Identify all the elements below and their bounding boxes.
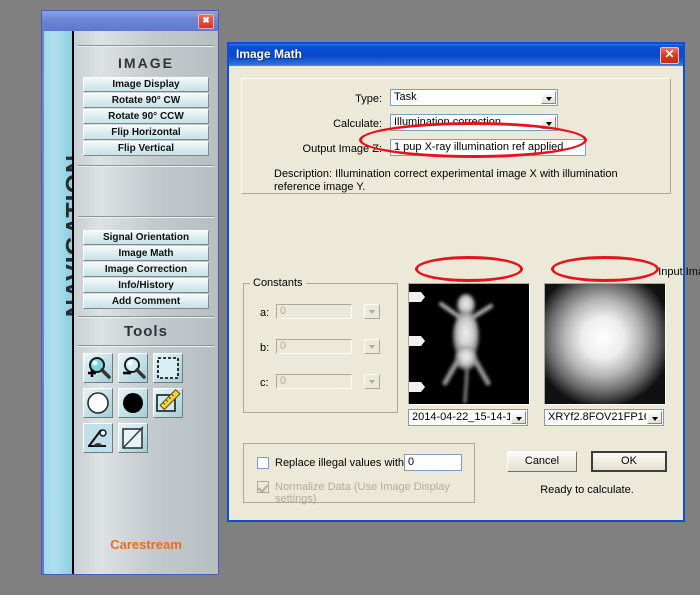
marquee-select-icon[interactable] [153,353,183,383]
replace-illegal-input[interactable]: 0 [404,454,462,471]
output-image-z-input[interactable]: 1 pup X-ray illumination ref applied [390,139,586,156]
button-flip-horizontal[interactable]: Flip Horizontal [83,125,209,140]
input-image-x-label: Input Image X: [634,266,700,278]
replace-illegal-checkbox[interactable] [257,457,269,469]
replace-illegal-label: Replace illegal values with: [275,457,407,469]
navigation-panel: IMAGE Image Display Rotate 90° CW Rotate… [74,31,218,574]
type-dropdown[interactable]: Task [390,89,558,106]
black-circle-roi-icon[interactable] [118,388,148,418]
ok-button[interactable]: OK [591,451,667,472]
constants-group: Constants a: 0 b: 0 c: 0 [243,283,398,413]
button-info-history[interactable]: Info/History [83,278,209,293]
dialog-titlebar: Image Math ✕ [229,44,683,66]
constant-a-input: 0 [276,304,352,319]
navigation-titlebar: ✖ [42,11,218,31]
navigation-sidebar-label: NAVIGATION [62,36,74,436]
normalize-data-checkbox [257,481,269,493]
divider [78,45,214,47]
settings-panel: Type: Task Calculate: Illumination corre… [241,78,671,194]
chevron-down-icon[interactable] [541,116,556,129]
constant-b-spinner [364,339,380,354]
button-rotate-90-ccw[interactable]: Rotate 90° CCW [83,109,209,124]
illumination-reference-preview [545,284,665,404]
tools-section-header: Tools [74,323,218,340]
brand-logo: Carestream [74,537,218,552]
button-image-correction[interactable]: Image Correction [83,262,209,277]
close-icon[interactable]: ✕ [660,47,679,64]
constant-b-input: 0 [276,339,352,354]
constant-c-spinner [364,374,380,389]
zoom-in-icon[interactable] [83,353,113,383]
input-image-x-value: 2014-04-22_15-14-1' [412,411,510,423]
image-math-dialog: Image Math ✕ Type: Task Calculate: Illum… [227,42,685,522]
zoom-out-icon[interactable] [118,353,148,383]
ruler-icon[interactable] [153,388,183,418]
input-image-y-dropdown[interactable]: XRYf2.8FOV21FP16. [544,409,664,426]
options-group: Replace illegal values with: 0 Normalize… [243,443,475,503]
status-text: Ready to calculate. [507,484,667,496]
button-add-comment[interactable]: Add Comment [83,294,209,309]
annotation-ellipse-input-x [415,256,523,282]
chevron-down-icon[interactable] [511,411,526,424]
white-circle-roi-icon[interactable] [83,388,113,418]
constant-c-label: c: [260,377,269,389]
image-section-header: IMAGE [74,55,218,71]
input-image-x-preview[interactable] [408,283,530,405]
divider [78,316,214,318]
xray-mouse-preview [409,284,529,404]
constant-a-label: a: [260,307,269,319]
calculate-dropdown[interactable]: Illumination correction [390,114,558,131]
line-measure-icon[interactable] [118,423,148,453]
navigation-sidebar-strip: NAVIGATION [44,31,73,574]
button-signal-orientation[interactable]: Signal Orientation [83,230,209,245]
button-rotate-90-cw[interactable]: Rotate 90° CW [83,93,209,108]
chevron-down-icon[interactable] [647,411,662,424]
output-image-z-label: Output Image Z: [258,143,382,155]
calculate-label: Calculate: [272,118,382,130]
description-text: Description: Illumination correct experi… [274,168,654,194]
button-image-math[interactable]: Image Math [83,246,209,261]
constants-caption: Constants [250,277,306,289]
divider [78,165,214,167]
normalize-data-label: Normalize Data (Use Image Display settin… [275,481,474,505]
close-icon[interactable]: ✖ [198,14,214,29]
divider [78,345,214,347]
input-image-y-preview[interactable] [544,283,666,405]
navigation-body: NAVIGATION IMAGE Image Display Rotate 90… [44,31,218,574]
constant-a-spinner [364,304,380,319]
constant-b-label: b: [260,342,269,354]
input-image-y-value: XRYf2.8FOV21FP16. [548,411,646,423]
angle-measure-icon[interactable] [83,423,113,453]
cancel-button[interactable]: Cancel [507,451,577,472]
navigation-window: ✖ NAVIGATION IMAGE Image Display Rotate … [41,10,219,575]
button-flip-vertical[interactable]: Flip Vertical [83,141,209,156]
button-image-display[interactable]: Image Display [83,77,209,92]
input-image-x-dropdown[interactable]: 2014-04-22_15-14-1' [408,409,528,426]
constant-c-input: 0 [276,374,352,389]
type-label: Type: [272,93,382,105]
dialog-title: Image Math [236,47,302,61]
type-value: Task [394,91,417,103]
divider [78,216,214,218]
calculate-value: Illumination correction [394,116,501,128]
chevron-down-icon[interactable] [541,91,556,104]
